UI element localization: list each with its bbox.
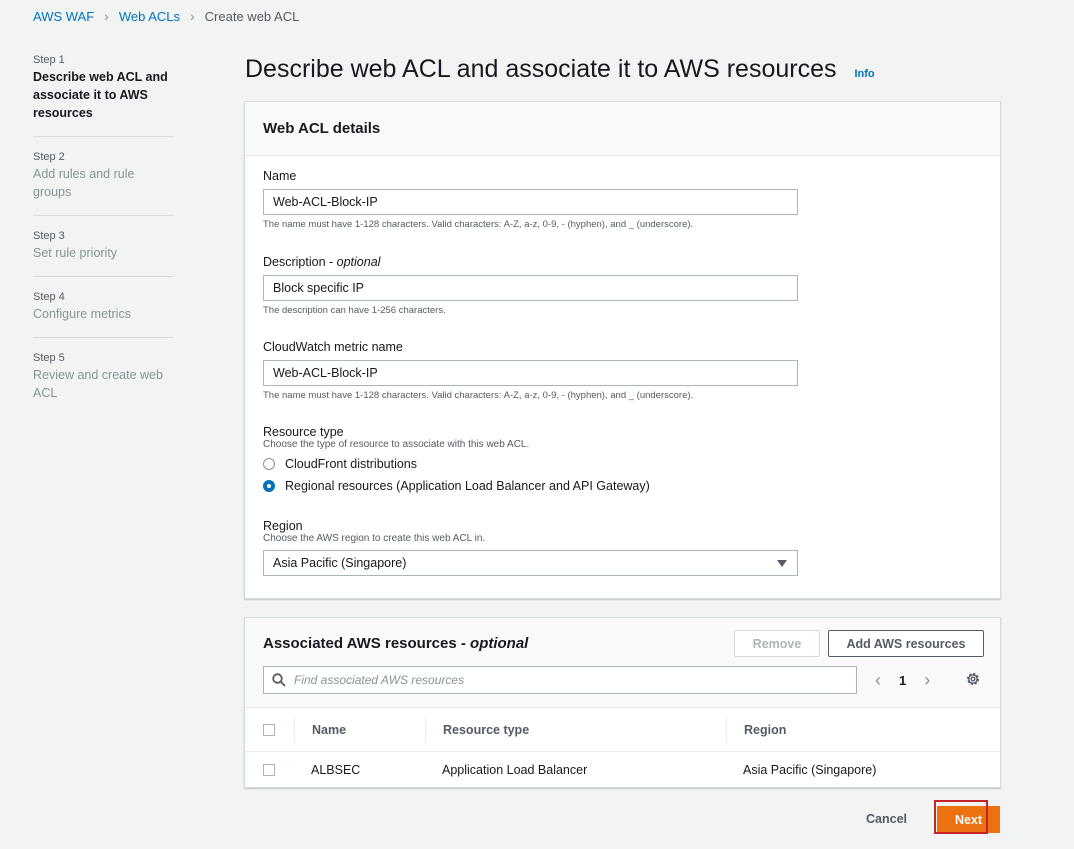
search-input[interactable]: Find associated AWS resources <box>263 666 857 694</box>
radio-regional-label: Regional resources (Application Load Bal… <box>285 479 650 493</box>
pagination: ‹ 1 › <box>871 670 934 691</box>
name-label: Name <box>263 169 297 183</box>
cancel-button[interactable]: Cancel <box>866 812 907 826</box>
radio-selected-icon[interactable] <box>263 480 275 492</box>
metric-name-label: CloudWatch metric name <box>263 340 403 354</box>
radio-cloudfront[interactable]: CloudFront distributions <box>263 456 650 472</box>
description-constraint: The description can have 1-256 character… <box>263 305 446 316</box>
region-label: Region <box>263 519 303 533</box>
radio-unselected-icon[interactable] <box>263 458 275 470</box>
gear-icon[interactable] <box>965 671 981 687</box>
step-label: Add rules and rule groups <box>33 167 135 199</box>
step-number: Step 3 <box>33 230 65 242</box>
row-checkbox[interactable] <box>263 764 275 776</box>
breadcrumb-aws-waf[interactable]: AWS WAF <box>33 9 94 24</box>
step-number: Step 1 <box>33 54 65 66</box>
web-acl-details-panel: Web ACL details Name Web-ACL-Block-IP Th… <box>244 101 1001 599</box>
description-input[interactable]: Block specific IP <box>263 275 798 301</box>
column-divider <box>425 718 426 742</box>
name-constraint: The name must have 1-128 characters. Val… <box>263 219 694 230</box>
highlight-box <box>934 800 988 834</box>
chevron-right-icon: › <box>104 8 109 24</box>
table-row[interactable]: ALBSEC Application Load Balancer Asia Pa… <box>245 752 1000 788</box>
caret-down-icon <box>777 560 787 567</box>
description-label: Description - optional <box>263 255 381 269</box>
panel-title: Associated AWS resources - optional <box>263 635 529 652</box>
breadcrumb-web-acls[interactable]: Web ACLs <box>119 9 180 24</box>
panel-header: Web ACL details <box>245 102 1000 156</box>
radio-regional[interactable]: Regional resources (Application Load Bal… <box>263 478 650 494</box>
step-label: Review and create web ACL <box>33 368 163 400</box>
chevron-right-icon: › <box>190 8 195 24</box>
region-field: Region Choose the AWS region to create t… <box>263 519 798 576</box>
step-2: Step 2 Add rules and rule groups <box>33 151 173 216</box>
step-number: Step 5 <box>33 352 65 364</box>
chevron-right-icon[interactable]: › <box>920 670 934 691</box>
cell-resource-type: Application Load Balancer <box>442 763 588 777</box>
page-title: Describe web ACL and associate it to AWS… <box>245 55 875 84</box>
step-label: Describe web ACL and associate it to AWS… <box>33 70 168 120</box>
table-header: Name Resource type Region <box>245 708 1000 752</box>
column-header-resource-type[interactable]: Resource type <box>443 723 529 737</box>
description-field: Description - optional Block specific IP… <box>263 255 798 316</box>
chevron-left-icon[interactable]: ‹ <box>871 670 885 691</box>
associated-resources-panel: Associated AWS resources - optional Remo… <box>244 617 1001 788</box>
panel-header: Associated AWS resources - optional Remo… <box>245 618 1000 708</box>
step-4: Step 4 Configure metrics <box>33 291 173 338</box>
wizard-steps: Step 1 Describe web ACL and associate it… <box>33 54 173 430</box>
step-5: Step 5 Review and create web ACL <box>33 352 173 416</box>
resource-type-field: Resource type Choose the type of resourc… <box>263 425 650 494</box>
step-3: Step 3 Set rule priority <box>33 230 173 277</box>
region-desc: Choose the AWS region to create this web… <box>263 533 486 544</box>
step-number: Step 4 <box>33 291 65 303</box>
region-select-value: Asia Pacific (Singapore) <box>273 556 407 570</box>
column-divider <box>726 718 727 742</box>
step-label: Set rule priority <box>33 246 118 260</box>
breadcrumb: AWS WAF › Web ACLs › Create web ACL <box>33 8 299 24</box>
cell-name: ALBSEC <box>311 763 361 777</box>
breadcrumb-current: Create web ACL <box>204 8 300 24</box>
info-link[interactable]: Info <box>854 68 874 80</box>
resource-type-label: Resource type <box>263 425 344 439</box>
metric-name-constraint: The name must have 1-128 characters. Val… <box>263 390 694 401</box>
column-header-region[interactable]: Region <box>744 723 786 737</box>
cell-region: Asia Pacific (Singapore) <box>743 763 877 777</box>
add-aws-resources-button[interactable]: Add AWS resources <box>828 630 984 657</box>
column-divider <box>294 718 295 742</box>
step-label: Configure metrics <box>33 307 131 321</box>
region-select[interactable]: Asia Pacific (Singapore) <box>263 550 798 576</box>
metric-name-field: CloudWatch metric name Web-ACL-Block-IP … <box>263 340 798 401</box>
name-field: Name Web-ACL-Block-IP The name must have… <box>263 169 798 230</box>
step-number: Step 2 <box>33 151 65 163</box>
radio-cloudfront-label: CloudFront distributions <box>285 457 418 471</box>
page-title-text: Describe web ACL and associate it to AWS… <box>245 55 837 83</box>
metric-name-input[interactable]: Web-ACL-Block-IP <box>263 360 798 386</box>
step-1: Step 1 Describe web ACL and associate it… <box>33 54 173 137</box>
column-header-name[interactable]: Name <box>312 723 346 737</box>
page-number[interactable]: 1 <box>899 673 906 688</box>
resource-type-desc: Choose the type of resource to associate… <box>263 439 530 450</box>
name-input[interactable]: Web-ACL-Block-IP <box>263 189 798 215</box>
select-all-checkbox[interactable] <box>263 723 275 736</box>
search-icon <box>272 673 286 687</box>
remove-button[interactable]: Remove <box>734 630 820 657</box>
search-placeholder: Find associated AWS resources <box>294 673 465 687</box>
